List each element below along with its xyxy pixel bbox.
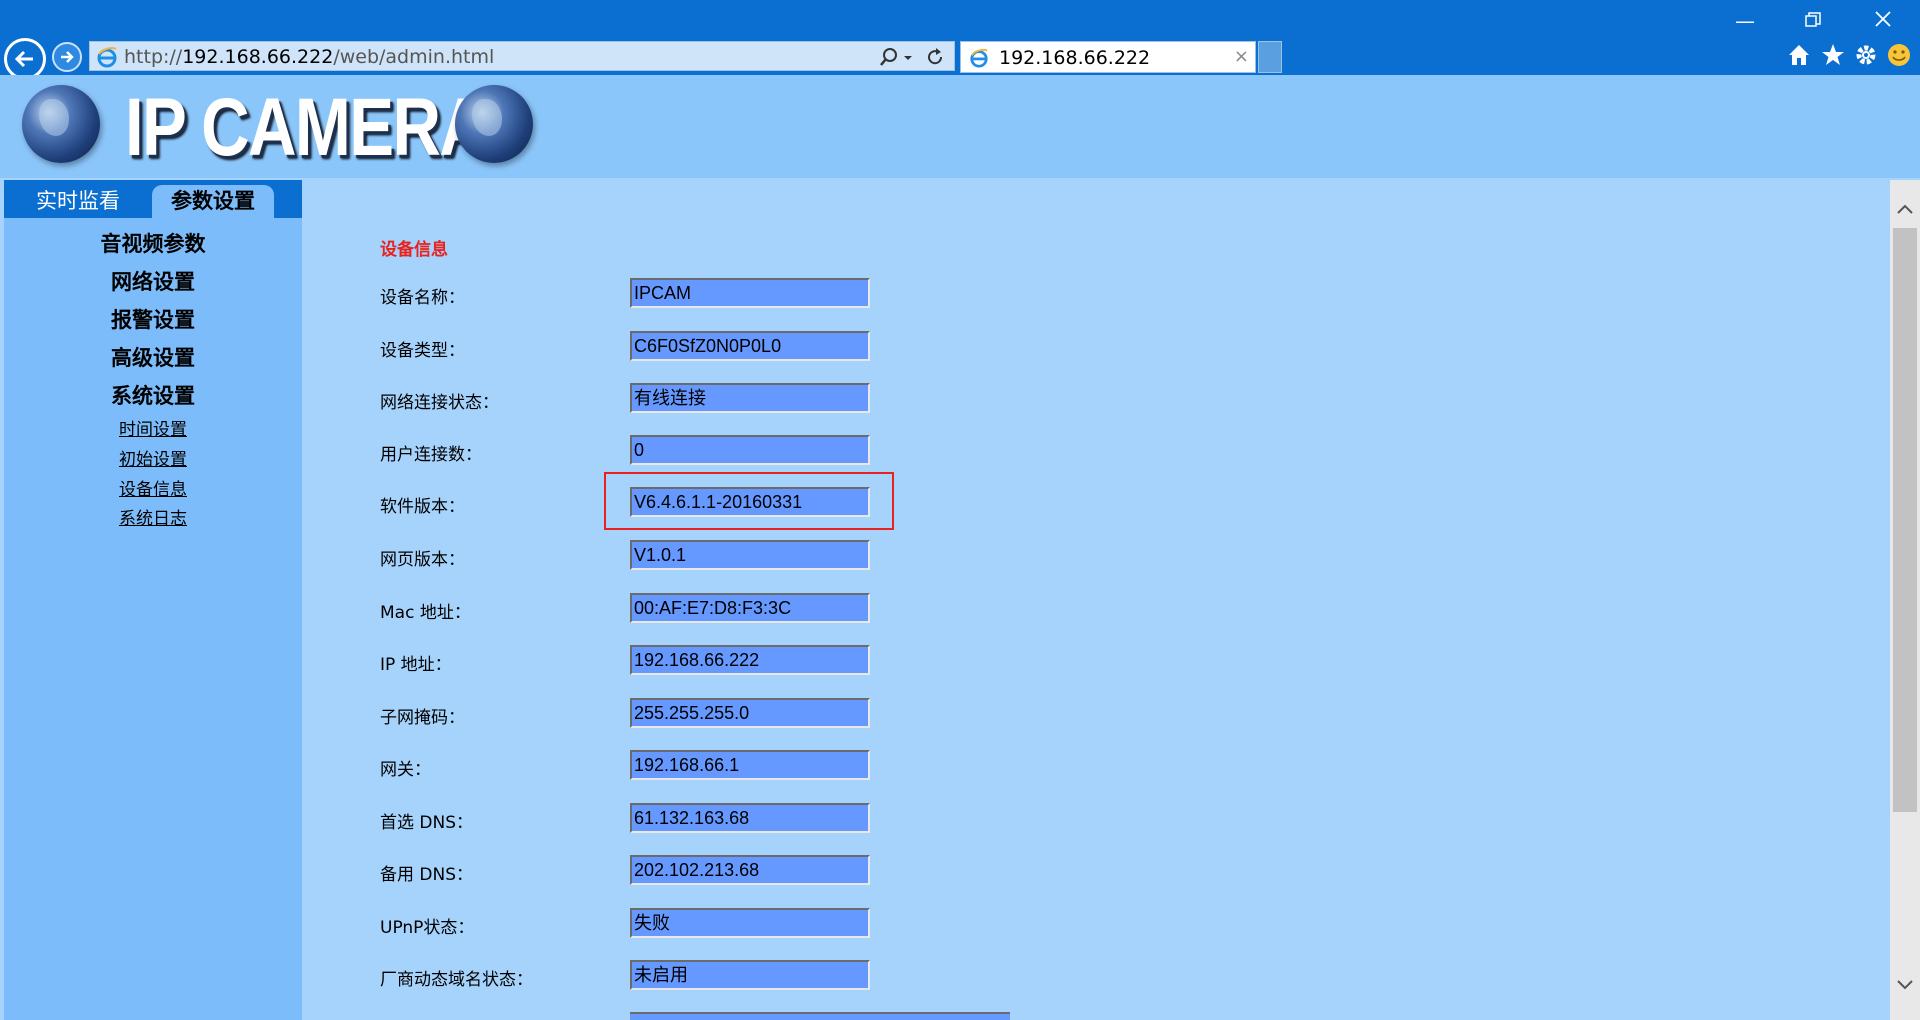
field-value-network-status[interactable]: 有线连接 xyxy=(630,383,870,413)
home-icon[interactable] xyxy=(1786,42,1812,72)
address-url: http://192.168.66.222/web/admin.html xyxy=(124,46,495,68)
refresh-icon[interactable] xyxy=(924,46,946,72)
field-value-gateway[interactable]: 192.168.66.1 xyxy=(630,750,870,780)
tab-live-view[interactable]: 实时监看 xyxy=(8,185,148,218)
ie-icon xyxy=(969,48,989,72)
scroll-thumb[interactable] xyxy=(1893,228,1917,812)
field-label-network-status: 网络连接状态： xyxy=(380,393,499,413)
field-label-upnp-status: UPnP状态： xyxy=(380,918,475,938)
field-label-mac-address: Mac 地址： xyxy=(380,603,471,623)
field-label-device-name: 设备名称： xyxy=(380,288,465,308)
field-label-software-version: 软件版本： xyxy=(380,497,465,517)
smiley-feedback-icon[interactable] xyxy=(1886,42,1912,72)
ie-icon xyxy=(96,46,118,72)
device-info-panel: 设备信息 设备名称： IPCAM 设备类型： C6F0SfZ0N0P0L0 网络… xyxy=(302,180,1890,1020)
field-label-secondary-dns: 备用 DNS： xyxy=(380,865,474,885)
field-value-primary-dns[interactable]: 61.132.163.68 xyxy=(630,803,870,833)
left-navigation: 实时监看 参数设置 音视频参数 网络设置 报警设置 高级设置 系统设置 时间设置… xyxy=(4,180,302,1020)
nav-item-network[interactable]: 网络设置 xyxy=(4,266,302,296)
nav-item-alarm[interactable]: 报警设置 xyxy=(4,304,302,334)
gear-icon[interactable] xyxy=(1853,42,1879,72)
nav-item-audio-video[interactable]: 音视频参数 xyxy=(4,228,302,258)
arrow-left-icon xyxy=(14,50,33,68)
arrow-right-icon xyxy=(61,51,74,63)
field-value-secondary-dns[interactable]: 202.102.213.68 xyxy=(630,855,870,885)
nav-subitem-time[interactable]: 时间设置 xyxy=(4,415,302,440)
nav-subitem-device-info[interactable]: 设备信息 xyxy=(4,475,302,500)
globe-logo-right xyxy=(455,85,533,163)
field-label-user-connections: 用户连接数： xyxy=(380,445,482,465)
new-tab-button[interactable] xyxy=(1258,41,1282,73)
field-value-subnet-mask[interactable]: 255.255.255.0 xyxy=(630,698,870,728)
field-label-gateway: 网关： xyxy=(380,760,431,780)
forward-button[interactable] xyxy=(52,42,82,72)
field-value-upnp-status[interactable]: 失败 xyxy=(630,908,870,938)
field-value-web-version[interactable]: V1.0.1 xyxy=(630,540,870,570)
field-label-web-version: 网页版本： xyxy=(380,550,465,570)
scroll-down-icon[interactable] xyxy=(1890,970,1920,1000)
tab-parameter-settings[interactable]: 参数设置 xyxy=(152,185,274,218)
favorites-star-icon[interactable] xyxy=(1820,42,1846,72)
field-value-device-name[interactable]: IPCAM xyxy=(630,278,870,308)
nav-item-system[interactable]: 系统设置 xyxy=(4,380,302,410)
vertical-scrollbar[interactable] xyxy=(1890,180,1920,1020)
browser-chrome: — http://192.168.66.222/web/admin.html 1… xyxy=(0,0,1920,80)
section-title: 设备信息 xyxy=(380,240,448,260)
nav-subitem-system-log[interactable]: 系统日志 xyxy=(4,504,302,529)
restore-icon[interactable] xyxy=(1790,8,1836,34)
address-bar[interactable]: http://192.168.66.222/web/admin.html xyxy=(89,41,955,71)
dropdown-chevron-icon[interactable] xyxy=(902,49,914,68)
field-label-subnet-mask: 子网掩码： xyxy=(380,708,465,728)
nav-subitem-initial[interactable]: 初始设置 xyxy=(4,445,302,470)
scroll-up-icon[interactable] xyxy=(1890,194,1920,224)
software-version-highlight-box xyxy=(604,472,894,530)
browser-tab[interactable]: 192.168.66.222 × xyxy=(960,41,1256,73)
field-label-device-type: 设备类型： xyxy=(380,341,465,361)
field-value-ddns-status[interactable]: 未启用 xyxy=(630,960,870,990)
partial-field-cutoff xyxy=(630,1012,1010,1020)
close-window-icon[interactable] xyxy=(1860,8,1906,34)
field-label-primary-dns: 首选 DNS： xyxy=(380,813,474,833)
tab-close-icon[interactable]: × xyxy=(1234,46,1249,67)
field-value-user-connections[interactable]: 0 xyxy=(630,435,870,465)
minimize-icon[interactable]: — xyxy=(1722,8,1768,34)
field-label-ddns-status: 厂商动态域名状态： xyxy=(380,970,533,990)
field-value-device-type[interactable]: C6F0SfZ0N0P0L0 xyxy=(630,331,870,361)
field-value-ip-address[interactable]: 192.168.66.222 xyxy=(630,645,870,675)
nav-item-advanced[interactable]: 高级设置 xyxy=(4,342,302,372)
brand-logo-text: IP CAMERA xyxy=(125,82,488,173)
back-button[interactable] xyxy=(4,38,46,80)
globe-logo-left xyxy=(22,85,100,163)
search-icon[interactable] xyxy=(878,46,900,72)
field-label-ip-address: IP 地址： xyxy=(380,655,452,675)
nav-tabs: 实时监看 参数设置 xyxy=(4,180,302,218)
tab-title: 192.168.66.222 xyxy=(999,47,1151,69)
camera-banner: IP CAMERA xyxy=(0,75,1920,178)
field-value-mac-address[interactable]: 00:AF:E7:D8:F3:3C xyxy=(630,593,870,623)
